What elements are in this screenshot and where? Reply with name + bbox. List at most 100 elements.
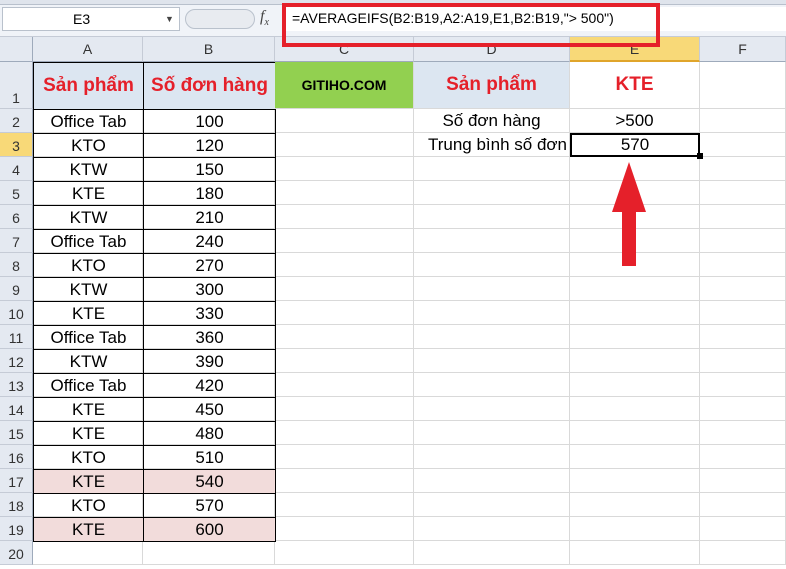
- average-orders-label[interactable]: Trung bình số đơn: [414, 133, 570, 157]
- cell-c10[interactable]: [275, 301, 414, 325]
- header-product[interactable]: Sản phẩm: [33, 62, 144, 110]
- cell-f17[interactable]: [700, 469, 786, 493]
- product-cell[interactable]: KTE: [33, 517, 144, 542]
- cell-d18[interactable]: [414, 493, 570, 517]
- orders-cell[interactable]: 600: [143, 517, 276, 542]
- row-header-19[interactable]: 19: [0, 517, 33, 541]
- product-cell[interactable]: KTE: [33, 469, 144, 494]
- product-cell[interactable]: KTE: [33, 421, 144, 446]
- row-header-20[interactable]: 20: [0, 541, 33, 565]
- orders-cell[interactable]: 180: [143, 181, 276, 206]
- row-header-7[interactable]: 7: [0, 229, 33, 253]
- cell-e17[interactable]: [570, 469, 700, 493]
- formula-bar-resize-handle[interactable]: [185, 9, 255, 29]
- cell-e15[interactable]: [570, 421, 700, 445]
- cell-a20[interactable]: [33, 541, 143, 565]
- row-header-5[interactable]: 5: [0, 181, 33, 205]
- cell-d12[interactable]: [414, 349, 570, 373]
- cell-d14[interactable]: [414, 397, 570, 421]
- product-cell[interactable]: Office Tab: [33, 373, 144, 398]
- average-orders-result[interactable]: 570: [570, 133, 700, 157]
- cell-d13[interactable]: [414, 373, 570, 397]
- name-box[interactable]: E3: [2, 7, 180, 31]
- product-cell[interactable]: KTO: [33, 133, 144, 158]
- cell-f5[interactable]: [700, 181, 786, 205]
- cell-b20[interactable]: [143, 541, 275, 565]
- row-header-11[interactable]: 11: [0, 325, 33, 349]
- cell-f20[interactable]: [700, 541, 786, 565]
- orders-cell[interactable]: 210: [143, 205, 276, 230]
- row-header-10[interactable]: 10: [0, 301, 33, 325]
- cell-c3[interactable]: [275, 133, 414, 157]
- cell-e19[interactable]: [570, 517, 700, 541]
- criteria-product-value[interactable]: KTE: [570, 62, 700, 109]
- cell-f1[interactable]: [700, 62, 786, 109]
- cell-d10[interactable]: [414, 301, 570, 325]
- column-header-a[interactable]: A: [33, 37, 143, 62]
- cell-c8[interactable]: [275, 253, 414, 277]
- cell-c20[interactable]: [275, 541, 414, 565]
- row-header-17[interactable]: 17: [0, 469, 33, 493]
- criteria-product-label[interactable]: Sản phẩm: [414, 62, 570, 109]
- product-cell[interactable]: Office Tab: [33, 325, 144, 350]
- cell-f6[interactable]: [700, 205, 786, 229]
- orders-cell[interactable]: 570: [143, 493, 276, 518]
- product-cell[interactable]: KTW: [33, 157, 144, 182]
- column-header-f[interactable]: F: [700, 37, 786, 62]
- select-all-button[interactable]: [0, 37, 33, 62]
- row-header-12[interactable]: 12: [0, 349, 33, 373]
- cell-d4[interactable]: [414, 157, 570, 181]
- orders-cell[interactable]: 390: [143, 349, 276, 374]
- insert-function-icon[interactable]: fx: [260, 8, 269, 28]
- cell-f11[interactable]: [700, 325, 786, 349]
- cell-e18[interactable]: [570, 493, 700, 517]
- fill-handle[interactable]: [697, 153, 703, 159]
- orders-cell[interactable]: 360: [143, 325, 276, 350]
- product-cell[interactable]: Office Tab: [33, 109, 144, 134]
- cell-e20[interactable]: [570, 541, 700, 565]
- cell-e13[interactable]: [570, 373, 700, 397]
- cell-c17[interactable]: [275, 469, 414, 493]
- cell-f8[interactable]: [700, 253, 786, 277]
- cell-d5[interactable]: [414, 181, 570, 205]
- cell-c16[interactable]: [275, 445, 414, 469]
- cell-e10[interactable]: [570, 301, 700, 325]
- cell-c15[interactable]: [275, 421, 414, 445]
- product-cell[interactable]: KTE: [33, 181, 144, 206]
- row-header-13[interactable]: 13: [0, 373, 33, 397]
- product-cell[interactable]: KTE: [33, 397, 144, 422]
- row-header-4[interactable]: 4: [0, 157, 33, 181]
- cell-f4[interactable]: [700, 157, 786, 181]
- row-header-15[interactable]: 15: [0, 421, 33, 445]
- cell-d16[interactable]: [414, 445, 570, 469]
- cell-e11[interactable]: [570, 325, 700, 349]
- cell-d7[interactable]: [414, 229, 570, 253]
- cell-f10[interactable]: [700, 301, 786, 325]
- criteria-orders-label[interactable]: Số đơn hàng: [414, 109, 570, 133]
- orders-cell[interactable]: 450: [143, 397, 276, 422]
- product-cell[interactable]: KTO: [33, 493, 144, 518]
- row-header-9[interactable]: 9: [0, 277, 33, 301]
- cell-c13[interactable]: [275, 373, 414, 397]
- cell-f19[interactable]: [700, 517, 786, 541]
- orders-cell[interactable]: 480: [143, 421, 276, 446]
- cell-c14[interactable]: [275, 397, 414, 421]
- cell-e16[interactable]: [570, 445, 700, 469]
- product-cell[interactable]: KTO: [33, 253, 144, 278]
- cell-e9[interactable]: [570, 277, 700, 301]
- cell-c18[interactable]: [275, 493, 414, 517]
- row-header-1[interactable]: 1: [0, 62, 33, 109]
- cell-d8[interactable]: [414, 253, 570, 277]
- product-cell[interactable]: KTE: [33, 301, 144, 326]
- cell-c5[interactable]: [275, 181, 414, 205]
- cell-f2[interactable]: [700, 109, 786, 133]
- row-header-14[interactable]: 14: [0, 397, 33, 421]
- cell-d20[interactable]: [414, 541, 570, 565]
- cell-d6[interactable]: [414, 205, 570, 229]
- cell-c6[interactable]: [275, 205, 414, 229]
- orders-cell[interactable]: 100: [143, 109, 276, 134]
- name-box-dropdown-icon[interactable]: ▼: [165, 14, 174, 24]
- cell-e14[interactable]: [570, 397, 700, 421]
- product-cell[interactable]: Office Tab: [33, 229, 144, 254]
- cell-c19[interactable]: [275, 517, 414, 541]
